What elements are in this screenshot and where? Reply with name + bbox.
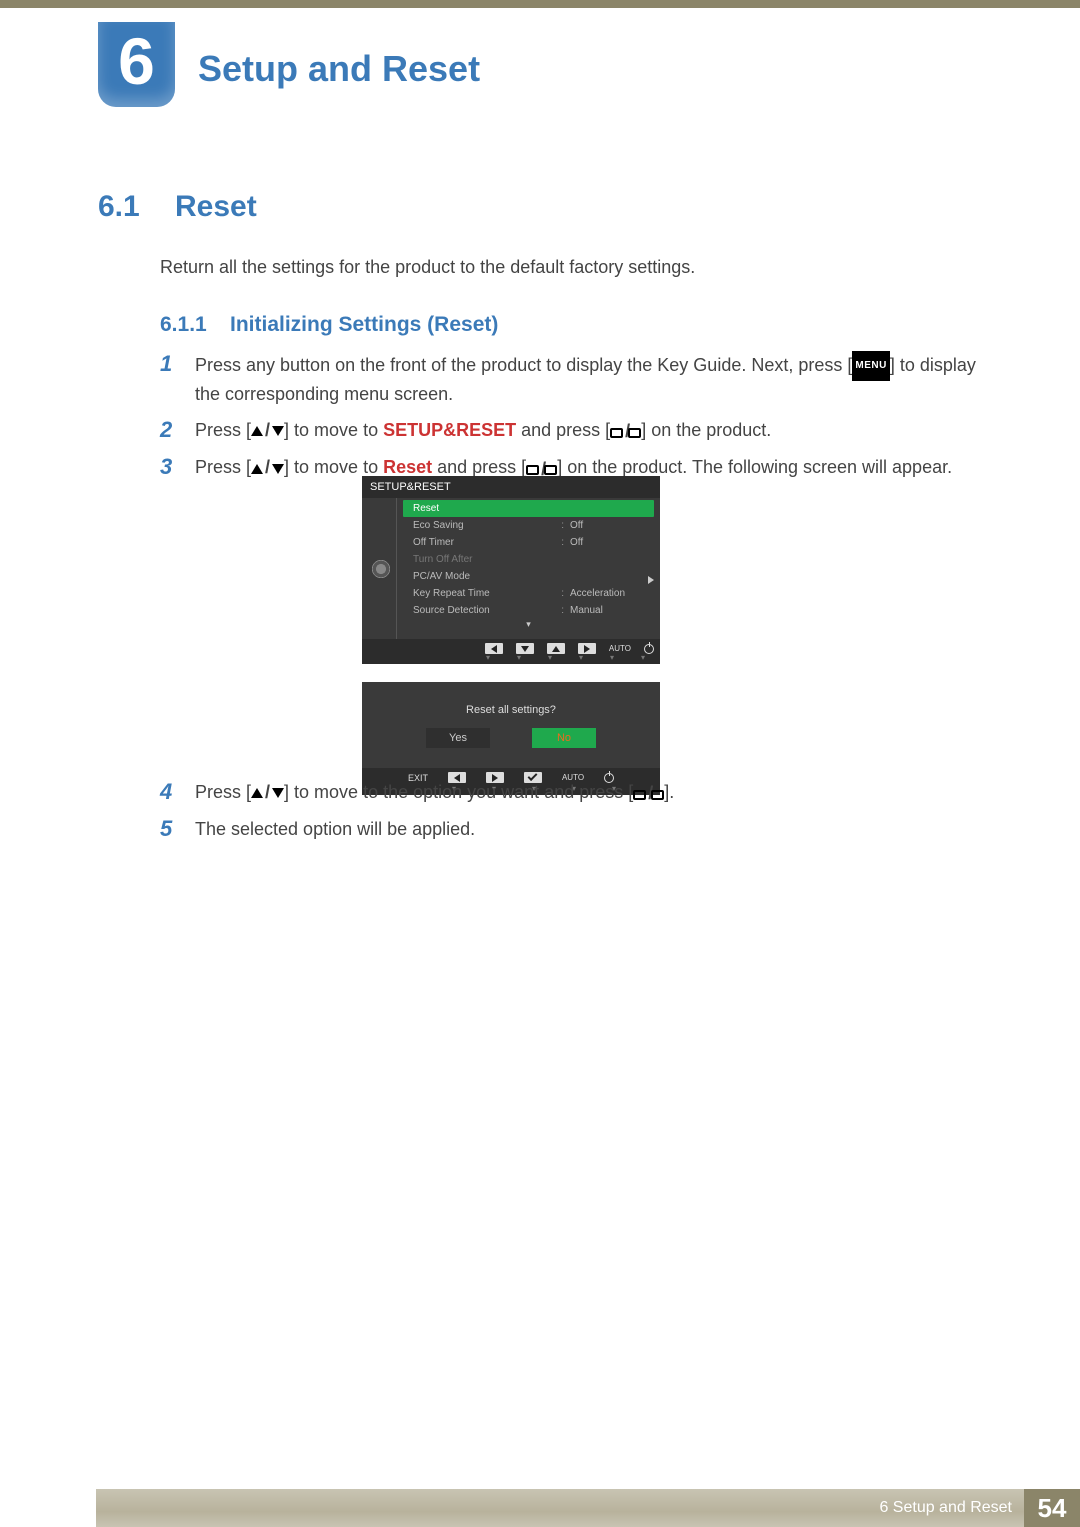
osd-row-value: Off — [570, 520, 652, 531]
page-footer: 6 Setup and Reset 54 — [96, 1489, 1080, 1527]
text: ] to move to — [284, 457, 383, 477]
triangle-down-icon — [272, 464, 284, 474]
step-number: 1 — [160, 351, 195, 407]
step-2: 2 Press [ / ] to move to SETUP&RESET and p… — [160, 417, 990, 444]
osd-no-button: No — [532, 728, 596, 748]
source-enter-icon: / — [633, 780, 664, 806]
osd-screenshots: SETUP&RESET Reset Eco Saving:Off Off Tim… — [362, 476, 660, 813]
text: Press [ — [195, 782, 251, 802]
osd-row-label: Reset — [413, 503, 646, 514]
step-5: 5 The selected option will be applied. — [160, 816, 990, 842]
osd-row-label: Source Detection — [413, 605, 561, 616]
step-body: Press [/] to move to the option you want… — [195, 779, 990, 806]
triangle-down-icon — [272, 788, 284, 798]
osd-confirm-buttons: Yes No — [362, 728, 660, 768]
step-body: Press any button on the front of the pro… — [195, 351, 990, 407]
text: and press [ — [516, 420, 610, 440]
auto-label: AUTO — [609, 644, 631, 653]
osd-row-label: Eco Saving — [413, 520, 561, 531]
text: ] on the product. — [641, 420, 771, 440]
section-number: 6.1 — [98, 190, 140, 224]
step-1: 1 Press any button on the front of the p… — [160, 351, 990, 407]
step-body: The selected option will be applied. — [195, 816, 990, 842]
osd-setup-reset-menu: SETUP&RESET Reset Eco Saving:Off Off Tim… — [362, 476, 660, 664]
osd-row-label: PC/AV Mode — [413, 571, 652, 582]
steps-list-continued: 4 Press [/] to move to the option you wa… — [160, 779, 990, 852]
osd-row-value: Manual — [570, 605, 652, 616]
osd-row-label: Turn Off After — [413, 554, 652, 565]
text: and press [ — [432, 457, 526, 477]
triangle-up-icon — [251, 426, 263, 436]
source-enter-icon: / — [610, 418, 641, 444]
footer-text: 6 Setup and Reset — [879, 1499, 1012, 1517]
chapter-number-badge: 6 — [98, 22, 175, 107]
osd-yes-button: Yes — [426, 728, 490, 748]
step-body: Press [ / ] to move to SETUP&RESET and pre… — [195, 417, 990, 444]
step-number: 5 — [160, 816, 195, 842]
step-number: 3 — [160, 454, 195, 481]
text: ]. — [664, 782, 674, 802]
section-title: Reset — [175, 190, 257, 224]
top-accent-bar — [0, 0, 1080, 8]
slash: / — [263, 417, 272, 443]
triangle-down-icon — [272, 426, 284, 436]
reset-label: Reset — [383, 457, 432, 477]
osd-row-turn-off-after: Turn Off After — [397, 551, 660, 568]
text: Press [ — [195, 457, 251, 477]
chevron-right-icon — [648, 576, 654, 584]
text: ] to move to — [284, 420, 383, 440]
slash: / — [263, 454, 272, 480]
osd-scroll-indicator: ▾ — [397, 619, 660, 633]
slash: / — [263, 779, 272, 805]
osd-prompt-text: Reset all settings? — [362, 682, 660, 728]
subsection-number: 6.1.1 — [160, 313, 207, 337]
triangle-up-icon — [251, 464, 263, 474]
power-icon — [644, 644, 654, 654]
osd-row-source-detection: Source Detection:Manual — [397, 602, 660, 619]
subsection-title: Initializing Settings (Reset) — [230, 313, 498, 337]
osd-row-value: Acceleration — [570, 588, 652, 599]
osd-row-label: Key Repeat Time — [413, 588, 561, 599]
text: ] on the product. The following screen w… — [557, 457, 952, 477]
osd-row-reset: Reset — [403, 500, 654, 517]
step-number: 4 — [160, 779, 195, 806]
osd-row-pc-av-mode: PC/AV Mode — [397, 568, 660, 585]
osd-row-value: Off — [570, 537, 652, 548]
menu-key-icon: MENU — [852, 351, 889, 381]
text: Press any button on the front of the pro… — [195, 355, 852, 375]
step-number: 2 — [160, 417, 195, 444]
osd-row-eco-saving: Eco Saving:Off — [397, 517, 660, 534]
setup-reset-label: SETUP&RESET — [383, 420, 516, 440]
section-intro-text: Return all the settings for the product … — [160, 257, 695, 278]
page-number: 54 — [1024, 1489, 1080, 1527]
triangle-up-icon — [251, 788, 263, 798]
gear-icon — [371, 559, 391, 579]
osd-title: SETUP&RESET — [362, 476, 660, 498]
text: ] to move to the option you want and pre… — [284, 782, 633, 802]
text: Press [ — [195, 420, 251, 440]
osd-row-key-repeat-time: Key Repeat Time:Acceleration — [397, 585, 660, 602]
osd-footer-buttons: AUTO ▾▾▾▾▾▾ — [362, 639, 660, 664]
osd-row-label: Off Timer — [413, 537, 561, 548]
step-4: 4 Press [/] to move to the option you wa… — [160, 779, 990, 806]
osd-gear-column — [362, 498, 396, 639]
chapter-title: Setup and Reset — [198, 48, 480, 90]
osd-row-off-timer: Off Timer:Off — [397, 534, 660, 551]
steps-list: 1 Press any button on the front of the p… — [160, 351, 990, 492]
osd-menu-list: Reset Eco Saving:Off Off Timer:Off Turn … — [396, 498, 660, 639]
